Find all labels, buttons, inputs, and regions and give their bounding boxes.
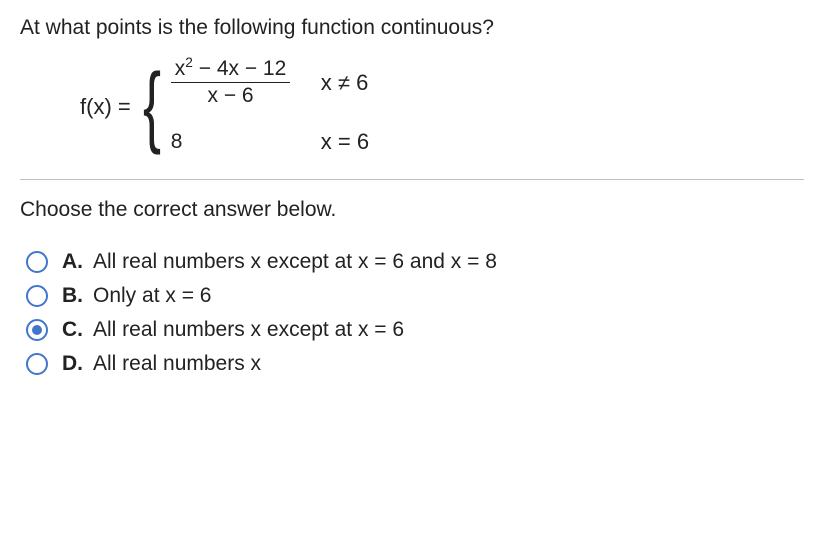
radio-icon [26, 353, 48, 375]
option-label-b: B. Only at x = 6 [62, 284, 211, 308]
piece2-condition: x = 6 [321, 129, 369, 155]
radio-icon [26, 285, 48, 307]
function-definition: f(x) = { x2 − 4x − 12 x − 6 x ≠ 6 8 x = … [80, 58, 804, 155]
instruction-text: Choose the correct answer below. [20, 198, 804, 222]
piece1-expression: x2 − 4x − 12 x − 6 [171, 58, 321, 107]
option-label-d: D. All real numbers x [62, 352, 261, 376]
piece-row-1: x2 − 4x − 12 x − 6 x ≠ 6 [171, 58, 369, 107]
fraction: x2 − 4x − 12 x − 6 [171, 58, 291, 107]
option-text: Only at x = 6 [93, 284, 211, 307]
option-letter: A. [62, 250, 83, 273]
option-c[interactable]: C. All real numbers x except at x = 6 [26, 318, 804, 342]
option-label-c: C. All real numbers x except at x = 6 [62, 318, 404, 342]
fraction-numerator: x2 − 4x − 12 [171, 58, 291, 83]
option-b[interactable]: B. Only at x = 6 [26, 284, 804, 308]
option-a[interactable]: A. All real numbers x except at x = 6 and… [26, 250, 804, 274]
option-text: All real numbers x except at x = 6 and x… [93, 250, 497, 273]
function-lhs: f(x) = [80, 94, 131, 120]
option-letter: D. [62, 352, 83, 375]
option-text: All real numbers x except at x = 6 [93, 318, 404, 341]
option-d[interactable]: D. All real numbers x [26, 352, 804, 376]
fraction-denominator: x − 6 [203, 83, 257, 107]
piecewise-brace: { [143, 68, 161, 145]
option-text: All real numbers x [93, 352, 261, 375]
piece1-condition: x ≠ 6 [321, 70, 369, 96]
options-list: A. All real numbers x except at x = 6 and… [26, 250, 804, 376]
piece-row-2: 8 x = 6 [171, 129, 369, 155]
divider [20, 179, 804, 180]
option-label-a: A. All real numbers x except at x = 6 and… [62, 250, 497, 274]
question-text: At what points is the following function… [20, 16, 804, 40]
piece2-value: 8 [171, 130, 321, 154]
radio-icon [26, 251, 48, 273]
option-letter: B. [62, 284, 83, 307]
piecewise-pieces: x2 − 4x − 12 x − 6 x ≠ 6 8 x = 6 [171, 58, 369, 155]
option-letter: C. [62, 318, 83, 341]
radio-icon [26, 319, 48, 341]
